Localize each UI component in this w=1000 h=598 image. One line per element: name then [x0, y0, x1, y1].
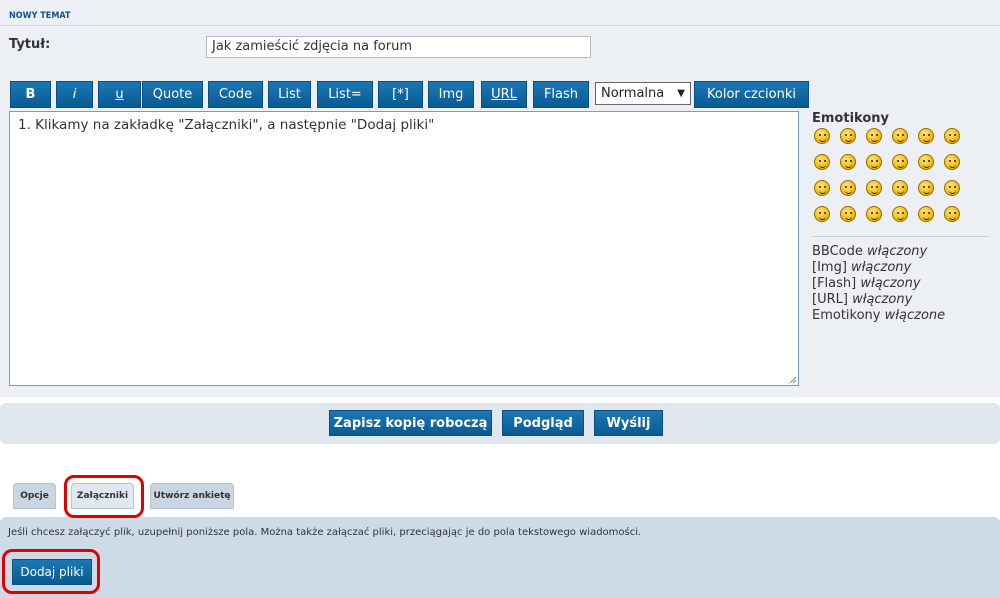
code-button[interactable]: Code — [208, 81, 263, 108]
evil-icon[interactable] — [840, 180, 856, 196]
underline-label: u — [115, 87, 124, 102]
bold-button[interactable]: B — [10, 81, 51, 108]
neutral-icon[interactable] — [866, 206, 882, 222]
mad-icon[interactable] — [892, 154, 908, 170]
status-line: [Img] włączony — [812, 260, 945, 276]
status-state: włączony — [852, 292, 913, 307]
idea-icon[interactable] — [814, 206, 830, 222]
status-name: [URL] — [812, 292, 848, 307]
shocked-icon[interactable] — [918, 128, 934, 144]
font-size-select[interactable]: Normalna ▼ — [595, 82, 691, 105]
arrow-icon[interactable] — [840, 206, 856, 222]
status-name: Emotikony — [812, 308, 881, 323]
title-input[interactable]: Jak zamieścić zdjęcia na forum — [206, 36, 591, 58]
divider — [0, 25, 1000, 26]
flash-button[interactable]: Flash — [533, 81, 589, 108]
confused-icon[interactable] — [944, 128, 960, 144]
emoticons-title: Emotikony — [812, 111, 889, 126]
question-icon[interactable] — [944, 180, 960, 196]
italic-button[interactable]: i — [56, 81, 93, 108]
tab-options[interactable]: Opcje — [13, 483, 56, 509]
section-title: NOWY TEMAT — [9, 11, 71, 21]
status-state: włączony — [867, 244, 928, 259]
status-line: Emotikony włączone — [812, 308, 945, 324]
list-item-button[interactable]: [*] — [378, 81, 423, 108]
crying-icon[interactable] — [814, 180, 830, 196]
add-files-button[interactable]: Dodaj pliki — [12, 559, 92, 585]
razz-icon[interactable] — [918, 154, 934, 170]
sunglasses-icon[interactable] — [840, 154, 856, 170]
underline-button[interactable]: u — [98, 81, 141, 108]
twisted-icon[interactable] — [866, 180, 882, 196]
preview-button[interactable]: Podgląd — [502, 410, 584, 436]
resize-handle-icon[interactable] — [789, 376, 797, 384]
bbcode-status: BBCode włączony [Img] włączony [Flash] w… — [812, 244, 945, 324]
divider — [812, 236, 989, 237]
status-state: włączony — [860, 276, 921, 291]
attachments-help-text: Jeśli chcesz załączyć plik, uzupełnij po… — [8, 527, 642, 538]
list-button[interactable]: List — [268, 81, 311, 108]
status-name: [Flash] — [812, 276, 857, 291]
message-text: 1. Klikamy na zakładkę "Załączniki", a n… — [18, 117, 435, 133]
status-name: BBCode — [812, 244, 863, 259]
status-line: [URL] włączony — [812, 292, 945, 308]
submit-bar — [0, 403, 1000, 444]
rolleyes-icon[interactable] — [892, 180, 908, 196]
save-draft-button[interactable]: Zapisz kopię roboczą — [329, 410, 492, 436]
url-button[interactable]: URL — [481, 81, 527, 108]
tab-create-poll[interactable]: Utwórz ankietę — [150, 483, 234, 509]
embarrassed-icon[interactable] — [944, 154, 960, 170]
status-line: [Flash] włączony — [812, 276, 945, 292]
grin-icon[interactable] — [814, 128, 830, 144]
mrgreen-icon[interactable] — [892, 206, 908, 222]
post-form: NOWY TEMAT Tytuł: Jak zamieścić zdjęcia … — [0, 0, 1000, 598]
tab-attachments[interactable]: Załączniki — [71, 483, 134, 509]
title-label: Tytuł: — [9, 37, 51, 52]
font-size-value: Normalna — [601, 86, 665, 101]
laugh-icon[interactable] — [866, 154, 882, 170]
quote-button[interactable]: Quote — [142, 81, 203, 108]
status-state: włączony — [851, 260, 912, 275]
submit-button[interactable]: Wyślij — [594, 410, 663, 436]
exclamation-icon[interactable] — [918, 180, 934, 196]
status-name: [Img] — [812, 260, 847, 275]
geek-icon[interactable] — [918, 206, 934, 222]
smile-icon[interactable] — [866, 128, 882, 144]
status-state: włączone — [884, 308, 946, 323]
message-textarea[interactable]: 1. Klikamy na zakładkę "Załączniki", a n… — [9, 111, 799, 386]
status-line: BBCode włączony — [812, 244, 945, 260]
neutral-smile-icon[interactable] — [840, 128, 856, 144]
cool-icon[interactable] — [814, 154, 830, 170]
font-color-button[interactable]: Kolor czcionki — [694, 81, 809, 108]
chevron-down-icon: ▼ — [677, 88, 685, 99]
surprised-icon[interactable] — [892, 128, 908, 144]
uber-geek-icon[interactable] — [944, 206, 960, 222]
url-label: URL — [491, 87, 517, 102]
img-button[interactable]: Img — [428, 81, 474, 108]
ordered-list-button[interactable]: List= — [317, 81, 373, 108]
